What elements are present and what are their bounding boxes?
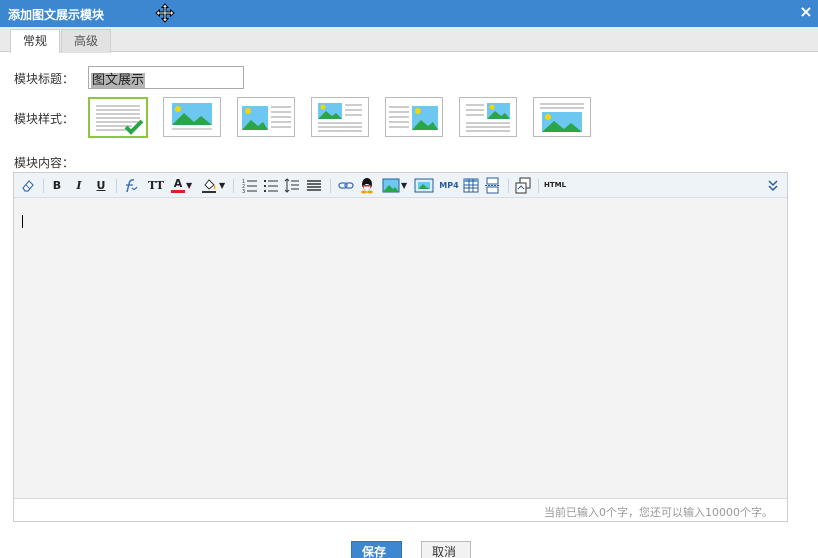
image-top-right-layout-icon bbox=[466, 103, 510, 132]
style-option-image-center[interactable] bbox=[533, 97, 591, 137]
style-option-image-top-right[interactable] bbox=[459, 97, 517, 137]
toolbar-separator bbox=[233, 179, 234, 193]
save-button[interactable]: 保存 bbox=[351, 541, 402, 558]
module-title-input[interactable]: 图文展示 bbox=[88, 66, 244, 89]
font-color-button[interactable]: A bbox=[171, 177, 185, 193]
image-layout-icon bbox=[172, 103, 212, 130]
font-family-icon[interactable] bbox=[122, 177, 140, 194]
tab-general[interactable]: 常规 bbox=[10, 29, 61, 53]
clear-format-icon[interactable] bbox=[20, 177, 36, 194]
module-style-label: 模块样式： bbox=[14, 112, 75, 126]
link-icon[interactable] bbox=[338, 177, 354, 194]
line-height-icon[interactable] bbox=[284, 177, 300, 194]
svg-text:3: 3 bbox=[242, 189, 245, 194]
qq-icon[interactable] bbox=[359, 177, 375, 194]
module-title-label: 模块标题： bbox=[14, 72, 75, 86]
image-center-layout-icon bbox=[540, 103, 584, 132]
dialog-title-bar[interactable]: 添加图文展示模块 × bbox=[0, 0, 818, 27]
font-size-button[interactable]: TT bbox=[148, 177, 164, 194]
bold-button[interactable]: B bbox=[50, 177, 64, 194]
table-icon[interactable] bbox=[463, 177, 479, 194]
rich-text-editor: B I U TT A ▼ ▼ 123 ▼ MP4 HTML 当前已输入0个字，您… bbox=[13, 172, 788, 522]
toolbar-separator bbox=[538, 179, 539, 193]
template-icon[interactable] bbox=[515, 177, 531, 194]
editor-content-area[interactable] bbox=[14, 199, 787, 498]
underline-button[interactable]: U bbox=[94, 177, 108, 194]
text-only-layout-icon bbox=[96, 105, 144, 135]
text-caret bbox=[22, 215, 23, 228]
style-option-text-only[interactable] bbox=[88, 97, 148, 138]
page-break-icon[interactable] bbox=[484, 177, 500, 194]
italic-button[interactable]: I bbox=[72, 177, 86, 194]
ordered-list-icon[interactable]: 123 bbox=[242, 177, 258, 194]
image-left-layout-icon bbox=[242, 106, 291, 130]
move-cursor-icon bbox=[155, 3, 175, 23]
dialog-title: 添加图文展示模块 bbox=[8, 8, 105, 22]
highlight-color-icon[interactable] bbox=[200, 177, 218, 194]
toolbar-separator bbox=[43, 179, 44, 193]
editor-toolbar: B I U TT A ▼ ▼ 123 ▼ MP4 HTML bbox=[14, 173, 787, 198]
chevron-down-icon[interactable]: ▼ bbox=[186, 177, 192, 194]
double-chevron-down-icon[interactable] bbox=[766, 177, 780, 194]
toolbar-separator bbox=[116, 179, 117, 193]
tab-advanced[interactable]: 高级 bbox=[61, 29, 112, 53]
unordered-list-icon[interactable] bbox=[263, 177, 279, 194]
style-option-image-text-below[interactable] bbox=[163, 97, 221, 137]
cancel-button[interactable]: 取消 bbox=[421, 541, 471, 558]
style-option-image-left[interactable] bbox=[237, 97, 295, 137]
chevron-down-icon[interactable]: ▼ bbox=[219, 177, 225, 194]
html-source-button[interactable]: HTML bbox=[544, 177, 566, 194]
editor-status-bar: 当前已输入0个字，您还可以输入10000个字。 bbox=[14, 498, 787, 521]
insert-media-icon[interactable] bbox=[414, 177, 434, 194]
mp4-button[interactable]: MP4 bbox=[439, 177, 459, 194]
toolbar-separator bbox=[330, 179, 331, 193]
toolbar-separator bbox=[508, 179, 509, 193]
tab-bar: 常规 高级 bbox=[0, 27, 818, 53]
module-content-label: 模块内容： bbox=[14, 156, 75, 170]
image-right-layout-icon bbox=[389, 106, 438, 130]
style-option-image-right[interactable] bbox=[385, 97, 443, 137]
module-title-value: 图文展示 bbox=[91, 73, 146, 88]
insert-image-icon[interactable] bbox=[382, 177, 400, 194]
chevron-down-icon[interactable]: ▼ bbox=[401, 177, 407, 194]
close-icon[interactable]: × bbox=[798, 4, 814, 20]
char-count-text: 当前已输入0个字，您还可以输入10000个字。 bbox=[544, 506, 773, 519]
image-top-layout-icon bbox=[318, 103, 362, 132]
justify-icon[interactable] bbox=[306, 177, 322, 194]
style-option-image-top[interactable] bbox=[311, 97, 369, 137]
